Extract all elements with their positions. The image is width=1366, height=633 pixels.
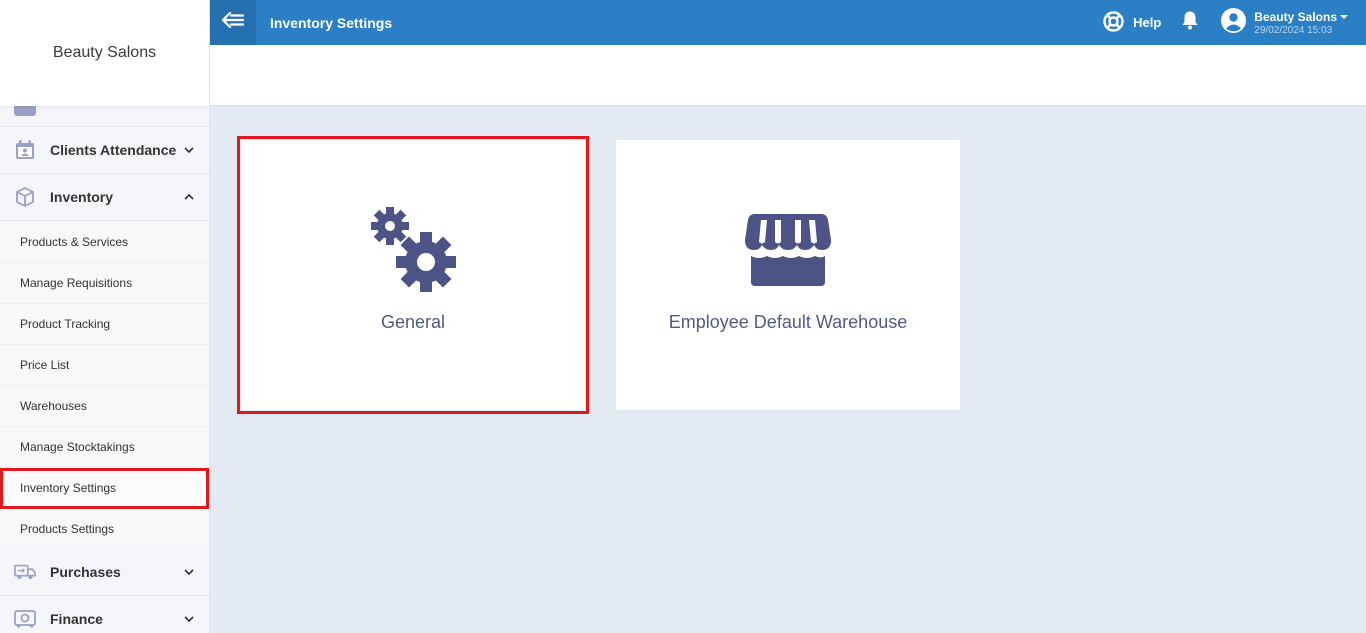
user-name: Beauty Salons: [1254, 10, 1348, 24]
notifications-button[interactable]: [1181, 10, 1199, 35]
help-label: Help: [1133, 15, 1162, 30]
sidebar-item-clients-attendance[interactable]: Clients Attendance: [0, 127, 209, 174]
sidebar-item-product-tracking[interactable]: Product Tracking: [0, 304, 209, 345]
chevron-down-icon: [183, 566, 195, 578]
sub-header: [210, 45, 1366, 106]
help-button[interactable]: Help: [1103, 10, 1162, 35]
current-datetime: 29/02/2024 15:03: [1254, 24, 1333, 36]
sidebar-item-manage-requisitions[interactable]: Manage Requisitions: [0, 263, 209, 304]
user-avatar-icon: [1221, 7, 1247, 38]
sidebar-item-manage-stocktakings[interactable]: Manage Stocktakings: [0, 427, 209, 468]
sidebar-item-label: Clients Attendance: [50, 142, 177, 158]
settings-card-general[interactable]: General: [237, 136, 589, 414]
sidebar-item-products-settings[interactable]: Products Settings: [0, 509, 209, 550]
card-label: General: [380, 312, 446, 332]
safe-icon: [14, 608, 36, 630]
sidebar: Beauty Salons Clients Attendance Invento…: [0, 0, 210, 633]
lifebuoy-icon: [1103, 10, 1124, 35]
sidebar-item-label: Inventory: [50, 189, 114, 205]
sidebar-item-warehouses[interactable]: Warehouses: [0, 386, 209, 427]
sidebar-item-finance[interactable]: Finance: [0, 596, 209, 633]
arrow-left-icon: [221, 11, 245, 33]
calendar-person-icon: [14, 139, 36, 161]
settings-card-employee-default-warehouse[interactable]: Employee Default Warehouse: [616, 140, 960, 410]
sidebar-item-label: Purchases: [50, 564, 121, 580]
chevron-up-icon: [183, 191, 195, 203]
brand-name[interactable]: Beauty Salons: [0, 0, 209, 106]
sidebar-item-label: Finance: [50, 611, 103, 627]
page-title: Inventory Settings: [270, 14, 393, 31]
user-menu[interactable]: Beauty Salons 29/02/2024 15:03: [1221, 7, 1348, 38]
sidebar-item-inventory-settings[interactable]: Inventory Settings: [0, 468, 209, 509]
bell-icon: [1181, 10, 1199, 35]
header-actions: Help Beauty Salons 29/02/2024 15:03: [1103, 0, 1366, 45]
gears-icon: [368, 204, 458, 294]
sidebar-item-purchases[interactable]: Purchases: [0, 549, 209, 596]
box-icon: [14, 186, 36, 208]
inventory-submenu: Products & Services Manage Requisitions …: [0, 222, 209, 550]
sidebar-item-products-services[interactable]: Products & Services: [0, 222, 209, 263]
card-label: Employee Default Warehouse: [668, 312, 908, 332]
sidebar-item-price-list[interactable]: Price List: [0, 345, 209, 386]
chevron-down-icon: [183, 613, 195, 625]
storefront-icon: [745, 204, 831, 294]
chevron-down-icon: [183, 144, 195, 156]
user-info: Beauty Salons 29/02/2024 15:03: [1254, 10, 1348, 36]
back-button[interactable]: [210, 0, 256, 45]
truck-icon: [14, 561, 36, 583]
top-bar: Inventory Settings Help Beauty Salons 29…: [210, 0, 1366, 45]
caret-down-icon: [1340, 14, 1348, 19]
user-name-text: Beauty Salons: [1254, 9, 1337, 24]
sidebar-item-inventory[interactable]: Inventory: [0, 174, 209, 221]
